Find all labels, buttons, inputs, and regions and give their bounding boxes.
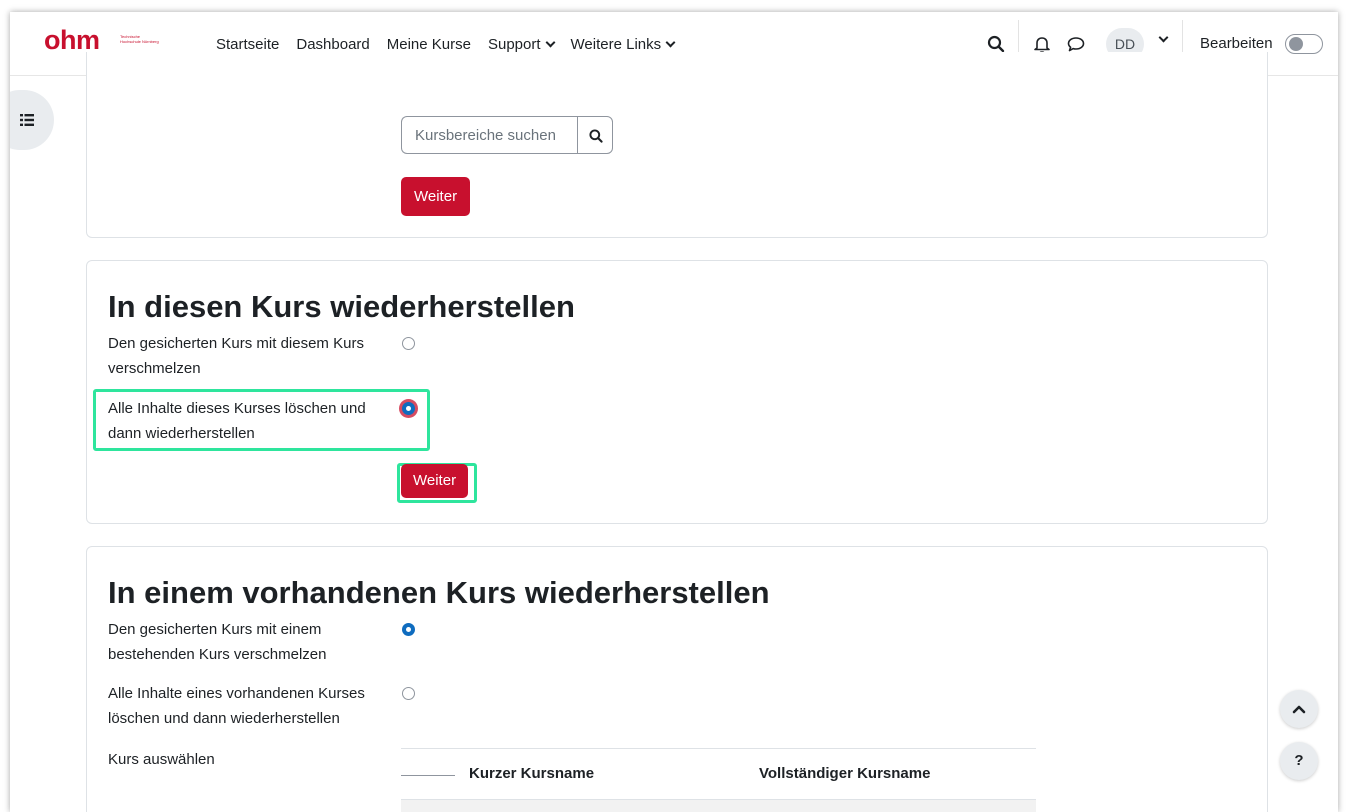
section-title: In diesen Kurs wiederherstellen xyxy=(108,289,575,324)
search-icon[interactable] xyxy=(986,34,1006,54)
chat-icon[interactable] xyxy=(1066,34,1086,54)
list-icon xyxy=(20,114,34,126)
table-select-column-rule xyxy=(401,775,455,776)
bell-icon[interactable] xyxy=(1032,34,1052,54)
select-course-label: Kurs auswählen xyxy=(108,751,215,768)
radio-delete-and-restore[interactable] xyxy=(402,402,415,415)
app-window: ohm Technische Hochschule Nürnberg Start… xyxy=(10,12,1338,812)
chevron-down-icon xyxy=(545,37,555,47)
search-icon xyxy=(589,129,603,143)
logo-subtext: Technische Hochschule Nürnberg xyxy=(120,34,159,44)
category-search-button[interactable] xyxy=(577,116,613,154)
course-index-toggle[interactable] xyxy=(10,90,54,150)
chevron-down-icon[interactable] xyxy=(1158,32,1169,43)
nav-link-label: Weitere Links xyxy=(570,35,662,53)
option-label-merge-this-course: Den gesicherten Kurs mit diesem Kurs ver… xyxy=(108,335,364,377)
section-title: In einem vorhandenen Kurs wiederherstell… xyxy=(108,575,770,610)
option-label-merge-existing-course: Den gesicherten Kurs mit einem bestehend… xyxy=(108,621,327,663)
nav-link-meine-kurse[interactable]: Meine Kurse xyxy=(387,36,471,53)
nav-link-label: Startseite xyxy=(216,35,280,53)
chevron-down-icon xyxy=(665,37,676,47)
nav-link-label: Dashboard xyxy=(296,35,370,53)
chevron-up-icon xyxy=(1292,705,1306,714)
edit-mode-label: Bearbeiten xyxy=(1200,35,1273,52)
nav-link-support[interactable]: Support xyxy=(487,35,555,53)
back-to-top-button[interactable] xyxy=(1280,690,1318,728)
restore-into-existing-course-card: In einem vorhandenen Kurs wiederherstell… xyxy=(86,546,1268,812)
restore-into-this-course-card: In diesen Kurs wiederherstellen Den gesi… xyxy=(86,260,1268,524)
edit-mode-toggle[interactable] xyxy=(1285,34,1323,54)
nav-link-label: Support xyxy=(487,35,541,53)
course-category-search-card: Weiter xyxy=(86,52,1268,238)
nav-link-startseite[interactable]: Startseite xyxy=(216,36,279,53)
table-row[interactable] xyxy=(401,799,1036,812)
help-button[interactable]: ? xyxy=(1280,742,1318,780)
radio-merge-existing-course[interactable] xyxy=(402,623,415,636)
radio-merge-this-course[interactable] xyxy=(402,337,415,350)
category-search xyxy=(401,116,613,154)
table-header-short-name[interactable]: Kurzer Kursname xyxy=(469,765,594,782)
table-header-full-name[interactable]: Vollständiger Kursname xyxy=(759,765,930,782)
continue-button[interactable]: Weiter xyxy=(401,464,469,498)
toggle-knob xyxy=(1289,37,1303,51)
continue-button[interactable]: Weiter xyxy=(401,177,471,216)
category-search-input[interactable] xyxy=(401,116,577,154)
nav-link-dashboard[interactable]: Dashboard xyxy=(296,36,369,53)
table-top-border xyxy=(401,748,1036,749)
option-label-delete-existing-and-restore: Alle Inhalte eines vorhandenen Kurses lö… xyxy=(108,685,365,727)
option-label-delete-and-restore: Alle Inhalte dieses Kurses löschen und d… xyxy=(108,400,366,442)
nav-link-weitere-links[interactable]: Weitere Links xyxy=(570,35,676,53)
nav-link-label: Meine Kurse xyxy=(386,35,471,53)
radio-delete-existing-and-restore[interactable] xyxy=(402,687,415,700)
